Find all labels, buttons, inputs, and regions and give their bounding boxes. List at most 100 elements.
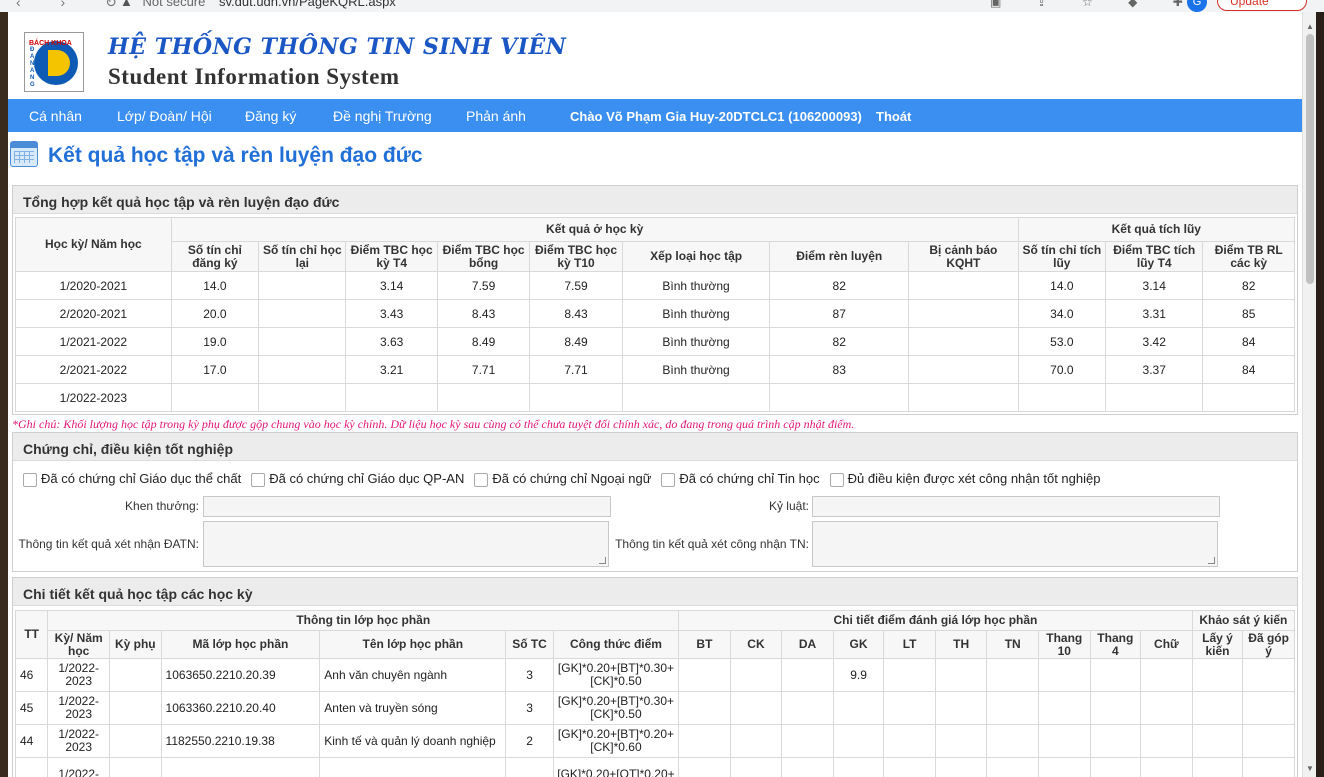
- detail-cell: [1191, 658, 1244, 692]
- page-scrollbar[interactable]: ▲ ▼: [1302, 12, 1316, 777]
- detail-col-header: TN: [986, 630, 1039, 659]
- summary-col-header: Số tín chỉ học lại: [258, 241, 347, 272]
- nav-phan-anh[interactable]: Phản ánh: [466, 108, 526, 124]
- nav-ca-nhan[interactable]: Cá nhân: [29, 108, 82, 124]
- certificate-checkbox[interactable]: [251, 472, 266, 487]
- detail-cell: [678, 658, 731, 692]
- detail-col-header: BT: [678, 630, 731, 659]
- profile-avatar[interactable]: G: [1187, 0, 1207, 12]
- detail-cell: [1037, 691, 1091, 725]
- extension-icons[interactable]: ▣ ⇪ ☆ ◆ ✚ ▢: [990, 0, 1245, 9]
- summary-cell: 34.0: [1017, 299, 1107, 328]
- datn-field[interactable]: [203, 521, 609, 567]
- url-text[interactable]: sv.dut.udn.vn/PageKQRL.aspx: [219, 0, 396, 9]
- col-tt: TT: [14, 610, 49, 659]
- calendar-icon: [10, 141, 38, 167]
- footnote: *Ghi chú: Khối lượng học tập trong kỳ ph…: [12, 417, 855, 431]
- certificate-checkbox[interactable]: [829, 472, 844, 487]
- summary-cell: [436, 383, 531, 412]
- university-logo[interactable]: BÁCH KHOA Đ A N A N G: [24, 32, 84, 92]
- nav-lop-doan-hoi[interactable]: Lớp/ Đoàn/ Hội: [117, 108, 212, 124]
- summary-cell: [529, 383, 623, 412]
- detail-col-header: TH: [934, 630, 988, 659]
- site-header: BÁCH KHOA Đ A N A N G HỆ THỐNG THÔNG TIN…: [8, 12, 1302, 99]
- not-secure-label: Not secure: [142, 0, 206, 9]
- detail-cell: [934, 757, 988, 777]
- certificate-label: Đủ điều kiện được xét công nhận tốt nghi…: [847, 471, 1101, 486]
- detail-col-header: Công thức điểm: [552, 630, 680, 659]
- scroll-thumb[interactable]: [1306, 34, 1314, 284]
- address-bar[interactable]: ▲ Not secure sv.dut.udn.vn/PageKQRL.aspx: [120, 0, 396, 9]
- detail-col-header: Mã lớp học phần: [160, 630, 321, 659]
- detail-cell: 1182550.2210.19.38: [160, 724, 321, 758]
- summary-cell: 1/2022-2023: [15, 383, 172, 412]
- summary-row: 2/2020-2021 20.0 3.43 8.43 8.43 Bình thường 87…: [15, 299, 1295, 328]
- summary-col-header: Điểm TB RL các kỳ: [1202, 241, 1295, 272]
- tn-field[interactable]: [812, 521, 1218, 567]
- detail-cell: [729, 757, 783, 777]
- certificate-checkbox[interactable]: [661, 472, 676, 487]
- detail-cell: 1/2022-2023: [47, 691, 110, 725]
- detail-cell: [1037, 724, 1091, 758]
- certificate-item[interactable]: Đã có chứng chỉ Ngoại ngữ: [474, 471, 651, 487]
- detail-row: 44 1/2022-2023 1182550.2210.19.38 Kinh tế v…: [14, 724, 1295, 758]
- summary-cell: 20.0: [170, 299, 260, 328]
- discipline-field[interactable]: [812, 496, 1220, 517]
- summary-cell: 85: [1202, 299, 1295, 328]
- summary-cell: [1017, 383, 1107, 412]
- nav-dang-ky[interactable]: Đăng ký: [245, 108, 296, 124]
- summary-cell: Bình thường: [621, 355, 771, 384]
- summary-cell: 7.59: [529, 271, 623, 300]
- user-greeting: Chào Võ Phạm Gia Huy-20DTCLC1 (106200093…: [570, 109, 862, 124]
- summary-cell: 14.0: [1017, 271, 1107, 300]
- summary-cell: 83: [769, 355, 910, 384]
- site-title-vn: HỆ THỐNG THÔNG TIN SINH VIÊN: [108, 34, 567, 60]
- summary-cell: 84: [1202, 355, 1295, 384]
- group-score-details: Chi tiết điểm đánh giá lớp học phần: [678, 610, 1193, 631]
- detail-cell: [781, 658, 834, 692]
- detail-cell: Anten và truyền sóng: [319, 691, 507, 725]
- nav-de-nghi-truong[interactable]: Đề nghị Trường: [333, 108, 432, 124]
- certificate-item[interactable]: Đã có chứng chỉ Tin học: [661, 471, 820, 487]
- scroll-down-icon[interactable]: ▼: [1306, 764, 1314, 773]
- detail-cell: [1242, 658, 1295, 692]
- detail-cell: [934, 691, 988, 725]
- detail-cell: 45: [14, 691, 49, 725]
- certificate-item[interactable]: Đủ điều kiện được xét công nhận tốt nghi…: [829, 471, 1101, 487]
- summary-section: Tổng hợp kết quả học tập và rèn luyện đạ…: [12, 185, 1298, 415]
- scroll-up-icon[interactable]: ▲: [1306, 22, 1314, 31]
- group-term-results: Kết quả ở học kỳ: [170, 217, 1019, 242]
- summary-row: 1/2022-2023: [15, 383, 1295, 412]
- browser-nav-icons[interactable]: ‹ › ↻: [16, 0, 135, 11]
- summary-cell: [908, 383, 1019, 412]
- certificate-checkboxes: Đã có chứng chỉ Giáo dục thể chất Đã có c…: [23, 471, 1110, 487]
- detail-cell: [1089, 724, 1142, 758]
- summary-cell: 3.42: [1105, 327, 1204, 356]
- detail-cell: [1242, 724, 1295, 758]
- summary-cell: [258, 383, 347, 412]
- summary-cell: [258, 327, 347, 356]
- detail-cell: [934, 724, 988, 758]
- detail-cell: [986, 724, 1039, 758]
- detail-cell: [160, 757, 321, 777]
- detail-cell: [883, 691, 936, 725]
- detail-col-header: LT: [883, 630, 936, 659]
- detail-col-header: Chữ: [1140, 630, 1193, 659]
- certificate-item[interactable]: Đã có chứng chỉ Giáo dục QP-AN: [251, 471, 464, 487]
- detail-row: 45 1/2022-2023 1063360.2210.20.40 Anten và …: [14, 691, 1295, 725]
- certificate-label: Đã có chứng chỉ Giáo dục thể chất: [41, 471, 242, 486]
- summary-col-header: Điểm TBC học bổng: [436, 241, 531, 272]
- group-class-info: Thông tin lớp học phần: [47, 610, 680, 631]
- summary-cell: 82: [769, 271, 910, 300]
- certificate-checkbox[interactable]: [23, 472, 37, 487]
- reward-field[interactable]: [203, 496, 611, 517]
- certificate-checkbox[interactable]: [474, 472, 489, 487]
- update-button[interactable]: Update: [1217, 0, 1307, 11]
- certificate-item[interactable]: Đã có chứng chỉ Giáo dục thể chất: [23, 471, 241, 487]
- summary-cell: 7.71: [529, 355, 623, 384]
- summary-cell: Bình thường: [621, 327, 771, 356]
- detail-cell: [319, 757, 507, 777]
- detail-cell: [1191, 757, 1244, 777]
- summary-col-header: Điểm TBC tích lũy T4: [1105, 241, 1204, 272]
- logout-link[interactable]: Thoát: [876, 109, 911, 124]
